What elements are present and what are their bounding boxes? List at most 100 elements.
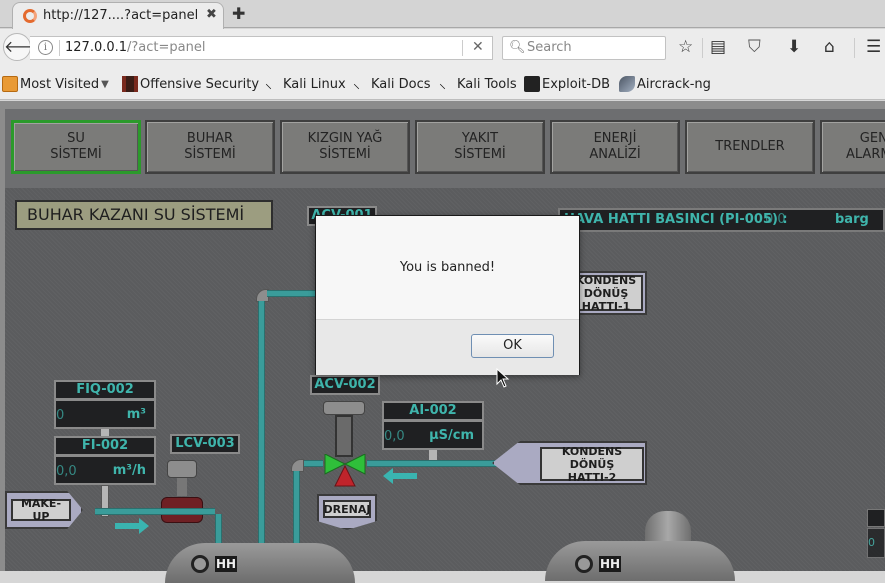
pipe bbox=[95, 508, 215, 515]
kondens-1-label: KONDENS DÖNÜŞ HATTI-1 bbox=[569, 274, 643, 313]
ok-button[interactable]: OK bbox=[471, 334, 554, 358]
home-icon[interactable]: ⌂ bbox=[824, 37, 835, 57]
pipe bbox=[267, 290, 317, 297]
pipe bbox=[215, 514, 222, 544]
bookmark-label: Exploit-DB bbox=[542, 76, 611, 92]
pipe bbox=[258, 301, 265, 571]
boiler-tank-right bbox=[545, 541, 735, 581]
bookmark-kali-tools[interactable]: ⸜ Kali Tools bbox=[439, 76, 517, 92]
exploitdb-icon bbox=[524, 76, 540, 92]
new-tab-plus-icon[interactable]: ✚ bbox=[232, 4, 245, 23]
url-path: /?act=panel bbox=[127, 40, 206, 55]
flow-arrow-left-icon bbox=[383, 468, 417, 484]
bookmark-aircrack-ng[interactable]: Aircrack-ng bbox=[619, 76, 711, 92]
alert-dialog: You is banned! OK bbox=[315, 215, 580, 375]
nav-enerji-analizi[interactable]: ENERJİ ANALİZİ bbox=[550, 120, 680, 174]
search-placeholder: Search bbox=[527, 40, 572, 55]
air-line-pressure-readout: HAVA HATTI BASINCI (PI-005) : 0,0 barg bbox=[558, 208, 885, 232]
drenaj-marker: DRENAJ bbox=[317, 494, 377, 530]
reading-list-icon[interactable]: ▤ bbox=[710, 37, 726, 57]
nav-trendler[interactable]: TRENDLER bbox=[685, 120, 815, 174]
drenaj-label: DRENAJ bbox=[323, 500, 371, 518]
close-tab-icon[interactable]: ✖ bbox=[206, 7, 217, 22]
nav-yakit-sistemi[interactable]: YAKIT SİSTEMİ bbox=[415, 120, 545, 174]
pocket-icon[interactable]: ⛉ bbox=[748, 37, 761, 57]
bookmark-kali-docs[interactable]: ⸜ Kali Docs bbox=[353, 76, 431, 92]
menu-icon[interactable]: ☰ bbox=[866, 37, 881, 57]
ai-002-unit: µS/cm bbox=[429, 428, 474, 443]
aircrack-icon bbox=[619, 76, 635, 92]
pressure-unit: barg bbox=[835, 212, 869, 227]
kali-dragon-icon: ⸜ bbox=[353, 76, 360, 92]
info-icon[interactable]: i bbox=[38, 40, 53, 55]
acv-002-tag: ACV-002 bbox=[310, 375, 380, 395]
level-gauge-icon bbox=[575, 555, 593, 573]
fi-002-readout: 0,0 m³/h bbox=[54, 455, 156, 485]
divider bbox=[59, 40, 60, 56]
make-up-label: MAKE-UP bbox=[11, 497, 71, 523]
nav-buhar-sistemi[interactable]: BUHAR SİSTEMİ bbox=[145, 120, 275, 174]
page-title: BUHAR KAZANI SU SİSTEMİ bbox=[15, 200, 273, 230]
divider bbox=[854, 38, 855, 58]
alert-footer: OK bbox=[316, 319, 579, 375]
valve-actuator bbox=[323, 401, 365, 415]
valve-stem bbox=[177, 478, 187, 496]
lcv-003-tag: LCV-003 bbox=[170, 434, 240, 454]
make-up-marker: MAKE-UP bbox=[5, 491, 83, 529]
navigation-toolbar: 🡐 i 127.0.0.1/?act=panel ✕ 🔍︎ Search ☆ ▤… bbox=[0, 29, 885, 67]
fi-002-unit: m³/h bbox=[112, 463, 146, 478]
pressure-value: 0,0 bbox=[765, 212, 786, 227]
fiq-002-value: 0 bbox=[56, 408, 65, 423]
bookmark-kali-linux[interactable]: ⸜ Kali Linux bbox=[265, 76, 346, 92]
folder-icon bbox=[2, 76, 18, 92]
kali-dragon-icon: ⸜ bbox=[265, 76, 272, 92]
hh-alarm-badge: HH bbox=[599, 556, 621, 572]
download-icon[interactable]: ⬇ bbox=[787, 37, 801, 57]
tab-bar: http://127....?act=panel ✖ ✚ bbox=[0, 0, 885, 29]
ai-002-tag: AI-002 bbox=[382, 401, 484, 421]
right-readout-value: 0 bbox=[867, 528, 885, 558]
offsec-icon bbox=[122, 76, 138, 92]
clear-url-icon[interactable]: ✕ bbox=[472, 39, 484, 55]
bookmarks-toolbar: Most Visited ▼ Offensive Security ⸜ Kali… bbox=[0, 67, 885, 100]
hmi-nav-bar: SU SİSTEMİ BUHAR SİSTEMİ KIZGIN YAĞ SİST… bbox=[5, 109, 885, 188]
search-icon: 🔍︎ bbox=[509, 40, 526, 55]
fiq-002-tag: FIQ-002 bbox=[54, 380, 156, 400]
ai-002-value: 0,0 bbox=[384, 429, 405, 444]
browser-tab[interactable]: http://127....?act=panel ✖ bbox=[12, 2, 224, 29]
star-icon[interactable]: ☆ bbox=[678, 37, 693, 57]
ai-002-readout: 0,0 µS/cm bbox=[382, 420, 484, 450]
url-host: 127.0.0.1 bbox=[65, 40, 128, 55]
pressure-label: HAVA HATTI BASINCI (PI-005) : bbox=[564, 212, 788, 227]
tank-dome bbox=[645, 511, 691, 541]
chevron-down-icon: ▼ bbox=[101, 78, 109, 90]
fi-002-tag: FI-002 bbox=[54, 436, 156, 456]
bookmark-label: Kali Tools bbox=[457, 76, 517, 92]
mouse-cursor-icon bbox=[496, 368, 510, 388]
bookmark-exploit-db[interactable]: Exploit-DB bbox=[524, 76, 610, 92]
tab-title: http://127....?act=panel bbox=[43, 8, 199, 23]
level-gauge-icon bbox=[191, 555, 209, 573]
nav-kizgin-yag-sistemi[interactable]: KIZGIN YAĞ SİSTEMİ bbox=[280, 120, 410, 174]
kondens-donus-hatti-2-marker: KONDENS DÖNÜŞ HATTI-2 bbox=[492, 441, 647, 485]
bookmark-label: Kali Docs bbox=[371, 76, 431, 92]
valve-actuator bbox=[167, 460, 197, 478]
pipe bbox=[367, 460, 497, 467]
back-button[interactable]: 🡐 bbox=[3, 33, 47, 61]
url-text[interactable]: 127.0.0.1/?act=panel bbox=[65, 40, 205, 55]
search-input[interactable]: 🔍︎ Search bbox=[502, 36, 666, 60]
bookmark-label: Aircrack-ng bbox=[637, 76, 711, 92]
nav-su-sistemi[interactable]: SU SİSTEMİ bbox=[11, 120, 141, 174]
nav-genel-alarmlar[interactable]: GENEL ALARMLAR bbox=[820, 120, 885, 174]
loading-favicon-icon bbox=[23, 9, 37, 23]
alert-message: You is banned! bbox=[399, 260, 496, 275]
hh-alarm-badge: HH bbox=[215, 556, 237, 572]
url-bar[interactable]: i 127.0.0.1/?act=panel ✕ bbox=[30, 36, 493, 60]
bookmark-offensive-security[interactable]: Offensive Security bbox=[122, 76, 259, 92]
acv-002-three-way-valve-icon[interactable] bbox=[323, 454, 367, 490]
divider bbox=[462, 40, 463, 56]
kondens-2-label: KONDENS DÖNÜŞ HATTI-2 bbox=[540, 445, 644, 484]
divider bbox=[702, 38, 703, 58]
bookmark-most-visited[interactable]: Most Visited ▼ bbox=[2, 76, 109, 92]
bookmark-label: Offensive Security bbox=[140, 76, 260, 92]
